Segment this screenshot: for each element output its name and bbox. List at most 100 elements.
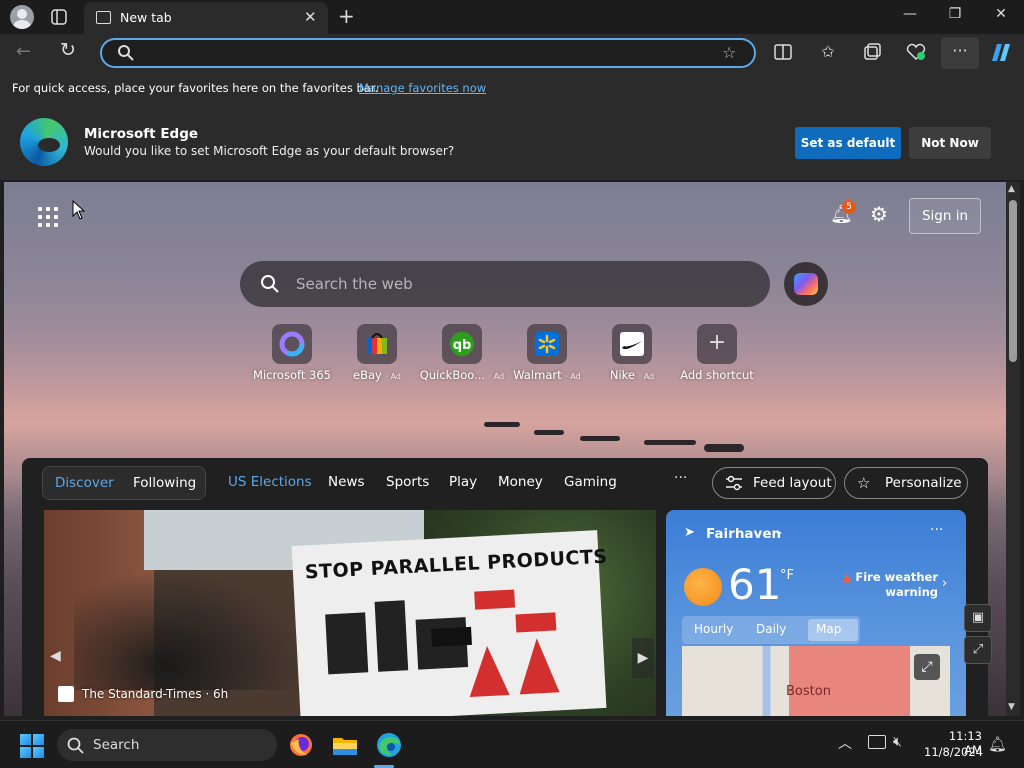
- quick-link-ebay[interactable]: eBay · Ad: [334, 324, 420, 382]
- set-as-default-button[interactable]: Set as default: [795, 127, 901, 159]
- browser-essentials-icon[interactable]: [905, 42, 927, 64]
- chevron-right-icon[interactable]: ›: [942, 576, 947, 591]
- web-search-box[interactable]: Search the web: [240, 261, 770, 307]
- sparkle-star-icon: ☆: [857, 474, 871, 492]
- hero-prev-arrow[interactable]: ◀: [50, 648, 61, 664]
- page-scrollbar[interactable]: ▲ ▼: [1006, 182, 1020, 716]
- microsoft-365-icon: [272, 324, 312, 364]
- walmart-icon: [527, 324, 567, 364]
- add-shortcut-button[interactable]: + Add shortcut: [674, 324, 760, 382]
- collections-icon[interactable]: [861, 42, 883, 64]
- favorite-star-icon[interactable]: ☆: [722, 43, 736, 62]
- prompt-subtitle: Would you like to set Microsoft Edge as …: [84, 144, 455, 158]
- tab-actions-icon[interactable]: [48, 6, 70, 28]
- plus-icon: +: [697, 324, 737, 364]
- weather-location[interactable]: Fairhaven: [706, 526, 781, 542]
- file-explorer-icon[interactable]: [329, 729, 361, 761]
- quick-link-label: QuickBoo...: [419, 368, 486, 382]
- newtab-icon: [96, 11, 111, 24]
- settings-more-button[interactable]: ···: [941, 37, 979, 69]
- volume-muted-icon[interactable]: 🔇︎: [893, 734, 902, 750]
- news-feed: Discover Following US Elections News Spo…: [22, 458, 988, 716]
- tab-gaming[interactable]: Gaming: [564, 474, 617, 490]
- scroll-up-arrow[interactable]: ▲: [1008, 184, 1015, 194]
- tab-following[interactable]: Following: [133, 475, 196, 491]
- search-icon: [260, 274, 280, 298]
- clock-date[interactable]: 11/8/2024: [924, 745, 983, 759]
- tab-play[interactable]: Play: [449, 474, 477, 490]
- map-city-label: Boston: [786, 684, 831, 699]
- refresh-button[interactable]: ↻: [60, 39, 76, 61]
- tab-money[interactable]: Money: [498, 474, 543, 490]
- favorites-bar: For quick access, place your favorites h…: [0, 72, 1024, 104]
- edge-taskbar-icon[interactable]: [373, 729, 405, 761]
- chevron-up-icon[interactable]: ︿: [838, 733, 852, 753]
- hero-image-crowd: [74, 570, 304, 690]
- ad-label: · Ad: [488, 372, 505, 381]
- quick-link-label: Walmart: [513, 368, 562, 382]
- scroll-thumb[interactable]: [1009, 200, 1017, 362]
- page-settings-gear-icon[interactable]: ⚙: [870, 202, 888, 226]
- background-image-icon[interactable]: ▣: [964, 604, 992, 632]
- weather-map[interactable]: Boston ⤢: [682, 646, 950, 716]
- quick-link-quickbooks[interactable]: qb QuickBoo... · Ad: [419, 324, 505, 382]
- weather-temperature: 61: [728, 560, 782, 609]
- favorites-bar-text: For quick access, place your favorites h…: [12, 81, 379, 95]
- windows-start-icon[interactable]: [20, 734, 44, 758]
- back-button[interactable]: ←: [16, 41, 31, 62]
- weather-more-icon[interactable]: ···: [930, 522, 943, 538]
- hero-news-card[interactable]: STOP PARALLEL PRODUCTS ◀ ▶ The Standard-…: [44, 510, 656, 716]
- tab-us-elections[interactable]: US Elections: [228, 474, 312, 490]
- notification-center-icon[interactable]: 🔔︎: [988, 735, 1007, 753]
- split-screen-icon[interactable]: [772, 42, 794, 64]
- notification-badge: 5: [842, 200, 856, 214]
- address-bar[interactable]: ☆: [100, 38, 756, 68]
- prompt-title: Microsoft Edge: [84, 126, 199, 142]
- not-now-button[interactable]: Not Now: [909, 127, 991, 159]
- edge-logo-icon: [20, 118, 68, 166]
- copilot-icon: [794, 273, 818, 295]
- expand-map-icon[interactable]: ⤢: [914, 654, 940, 680]
- weather-tab-map[interactable]: Map: [816, 622, 841, 636]
- taskbar-search[interactable]: Search: [57, 729, 277, 761]
- toolbar: ← ↻ ☆ ✩ ···: [0, 34, 1024, 72]
- tab-discover[interactable]: Discover: [55, 475, 114, 491]
- copilot-icon[interactable]: [988, 41, 1014, 65]
- profile-avatar[interactable]: [10, 5, 34, 29]
- hero-next-arrow[interactable]: ▶: [632, 638, 654, 678]
- tab-sports[interactable]: Sports: [386, 474, 429, 490]
- chevron-down-icon[interactable]: ⌄: [774, 524, 784, 538]
- favorites-icon[interactable]: ✩: [817, 42, 839, 64]
- close-window-button[interactable]: ✕: [986, 6, 1016, 22]
- weather-card[interactable]: ➤ Fairhaven ⌄ ··· 61 °F ▲ Fire weather w…: [666, 510, 966, 716]
- personalize-button[interactable]: ☆ Personalize: [844, 467, 968, 499]
- firefox-icon[interactable]: [285, 729, 317, 761]
- weather-tab-daily[interactable]: Daily: [756, 622, 786, 636]
- sign-in-button[interactable]: Sign in: [909, 198, 981, 234]
- quick-link-microsoft-365[interactable]: Microsoft 365: [249, 324, 335, 382]
- more-pivots-icon[interactable]: ···: [674, 470, 687, 486]
- fullscreen-icon[interactable]: ⤢: [964, 636, 992, 664]
- manage-favorites-link[interactable]: Manage favorites now: [359, 81, 486, 95]
- network-icon[interactable]: [868, 735, 886, 749]
- tab-new-tab[interactable]: New tab ✕: [84, 2, 328, 34]
- weather-alert-text: Fire weather warning: [855, 570, 938, 599]
- weather-alert[interactable]: ▲ Fire weather warning: [836, 570, 939, 600]
- quick-link-nike[interactable]: Nike · Ad: [589, 324, 675, 382]
- search-placeholder: Search the web: [296, 275, 413, 293]
- ad-label: · Ad: [638, 372, 655, 381]
- weather-tab-hourly[interactable]: Hourly: [694, 622, 733, 636]
- taskbar: Search ︿ 🔇︎ 11:13 AM 11/8/2024 🔔︎: [0, 720, 1024, 768]
- feed-layout-button[interactable]: Feed layout: [712, 467, 836, 499]
- new-tab-button[interactable]: +: [338, 4, 355, 28]
- maximize-button[interactable]: ❐: [940, 6, 970, 22]
- copilot-button[interactable]: [784, 262, 828, 306]
- search-icon: [67, 737, 85, 759]
- app-launcher-icon[interactable]: [38, 207, 58, 227]
- tab-news[interactable]: News: [328, 474, 364, 490]
- close-tab-icon[interactable]: ✕: [304, 8, 317, 26]
- minimize-button[interactable]: —: [895, 6, 925, 22]
- hero-age: · 6h: [205, 687, 229, 701]
- quick-link-walmart[interactable]: Walmart · Ad: [504, 324, 590, 382]
- scroll-down-arrow[interactable]: ▼: [1008, 702, 1015, 712]
